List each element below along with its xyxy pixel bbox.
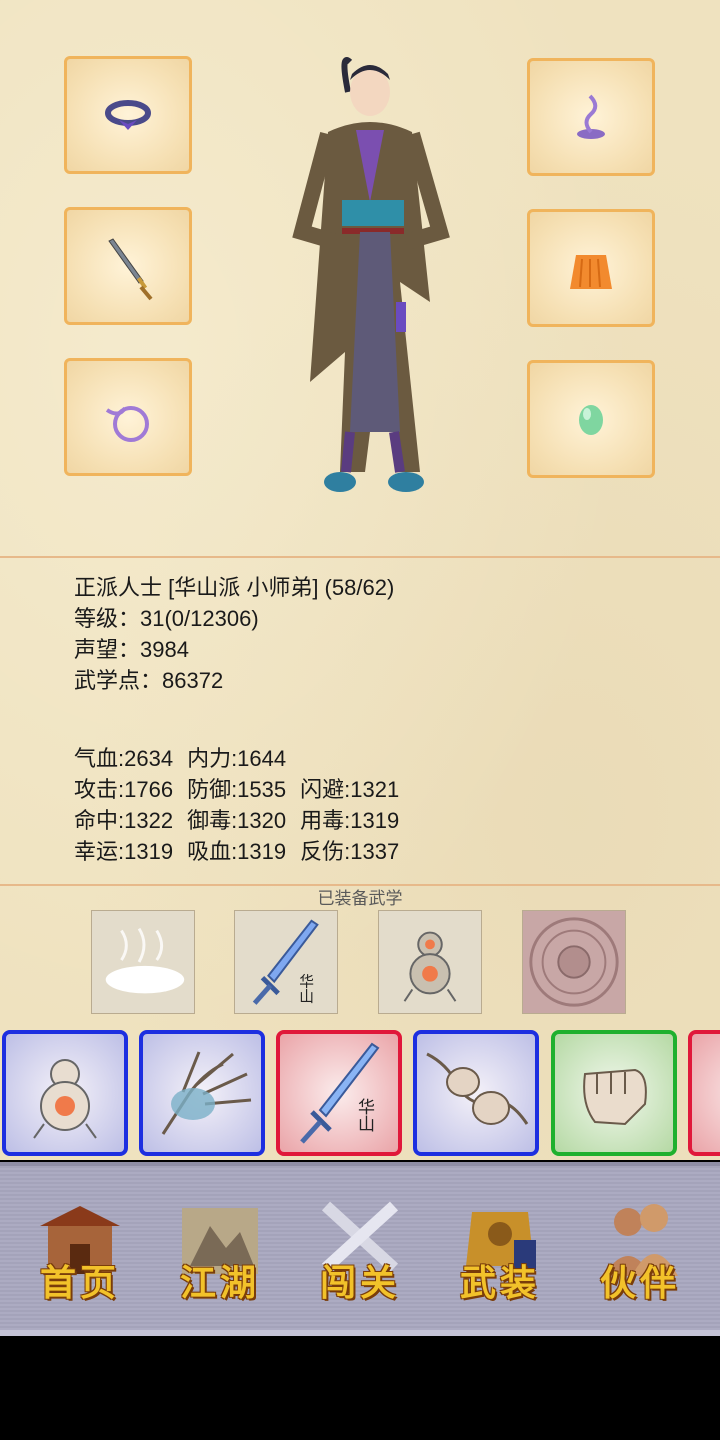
palm-icon <box>161 1051 252 1135</box>
bottom-black-bar <box>0 1336 720 1440</box>
character-title-line: 正派人士 [华山派 小师弟] (58/62) <box>74 575 395 600</box>
fists-icon <box>426 1052 529 1125</box>
skill-card-6[interactable] <box>688 1030 720 1156</box>
martial-slot-3[interactable] <box>378 910 482 1014</box>
equip-slot-jade[interactable] <box>527 360 655 478</box>
stat-poison-use: 用毒:1319 <box>300 808 400 833</box>
equip-slot-weapon[interactable] <box>64 207 192 325</box>
character-level: 等级：31(0/12306) <box>74 606 259 631</box>
nav-challenge[interactable]: 闯关 <box>300 1186 420 1316</box>
stat-row: 幸运:1319 吸血:1319 反伤:1337 <box>74 836 399 867</box>
stat-poison-resist: 御毒:1320 <box>187 808 287 833</box>
fist-icon <box>583 1068 647 1126</box>
mist-icon <box>92 911 194 1013</box>
stat-row: 攻击:1766 防御:1535 闪避:1321 <box>74 774 399 805</box>
stat-defense: 防御:1535 <box>187 777 287 802</box>
stat-reflect: 反伤:1337 <box>300 839 400 864</box>
stat-row: 气血:2634 内力:1644 <box>74 743 399 774</box>
nav-partner-label: 伙伴 <box>599 1262 680 1304</box>
skill-card-1[interactable] <box>2 1030 128 1156</box>
huashan-sword-icon: 华山 <box>300 1042 380 1144</box>
stat-mp: 内力:1644 <box>187 746 287 771</box>
skill-card-strip[interactable]: 华山 <box>0 1024 720 1162</box>
nav-challenge-label: 闯关 <box>319 1262 400 1304</box>
bracelet-icon <box>105 406 149 442</box>
martial-slot-1[interactable] <box>91 910 195 1014</box>
stat-attack: 攻击:1766 <box>74 777 174 802</box>
gourd-icon <box>33 1059 97 1139</box>
stat-dodge: 闪避:1321 <box>300 777 400 802</box>
stat-row: 命中:1322 御毒:1320 用毒:1319 <box>74 805 399 836</box>
jade-icon <box>579 405 603 435</box>
martial-slot-2[interactable]: 华山 <box>234 910 338 1014</box>
nav-armory-label: 武装 <box>459 1262 540 1304</box>
nav-jianghu-label: 江湖 <box>179 1262 260 1304</box>
martial-slot-4[interactable] <box>522 910 626 1014</box>
svg-text:华山: 华山 <box>297 974 314 1004</box>
nav-home-label: 首页 <box>39 1262 120 1304</box>
equip-slot-bracelet[interactable] <box>64 358 192 476</box>
incense-icon <box>577 94 605 139</box>
stat-hp: 气血:2634 <box>74 746 174 771</box>
stat-luck: 幸运:1319 <box>74 839 174 864</box>
character-martial-points: 武学点：86372 <box>74 668 224 693</box>
character-stats: 气血:2634 内力:1644 攻击:1766 防御:1535 闪避:1321 命中:… <box>74 743 399 867</box>
stat-lifesteal: 吸血:1319 <box>187 839 287 864</box>
skill-card-4[interactable] <box>413 1030 539 1156</box>
nav-partner[interactable]: 伙伴 <box>580 1186 700 1316</box>
skirt-icon <box>570 255 612 289</box>
divider-top <box>0 556 720 558</box>
equipped-martial-title: 已装备武学 <box>317 889 403 908</box>
svg-text:华山: 华山 <box>354 1098 375 1132</box>
partial-card <box>692 1034 720 1152</box>
stat-hit: 命中:1322 <box>74 808 174 833</box>
gourd-icon <box>379 911 481 1013</box>
ring-icon <box>105 100 151 130</box>
nav-home[interactable]: 首页 <box>20 1186 140 1316</box>
bottom-nav: 首页 江湖 闯关 武装 伙伴 <box>0 1162 720 1336</box>
character-portrait <box>292 57 450 492</box>
character-info: 正派人士 [华山派 小师弟] (58/62) 等级：31(0/12306) 声望… <box>74 572 394 696</box>
equip-slot-ring[interactable] <box>64 56 192 174</box>
huashan-sword-icon: 华山 <box>235 911 337 1013</box>
nav-jianghu[interactable]: 江湖 <box>160 1186 280 1316</box>
seal-icon <box>523 911 625 1013</box>
skill-card-5[interactable] <box>551 1030 677 1156</box>
skill-card-3[interactable]: 华山 <box>276 1030 402 1156</box>
skill-card-2[interactable] <box>139 1030 265 1156</box>
equip-slot-incense[interactable] <box>527 58 655 176</box>
nav-armory[interactable]: 武装 <box>440 1186 560 1316</box>
sword-icon <box>108 238 153 301</box>
character-reputation: 声望：3984 <box>74 637 189 662</box>
equip-slot-armor[interactable] <box>527 209 655 327</box>
